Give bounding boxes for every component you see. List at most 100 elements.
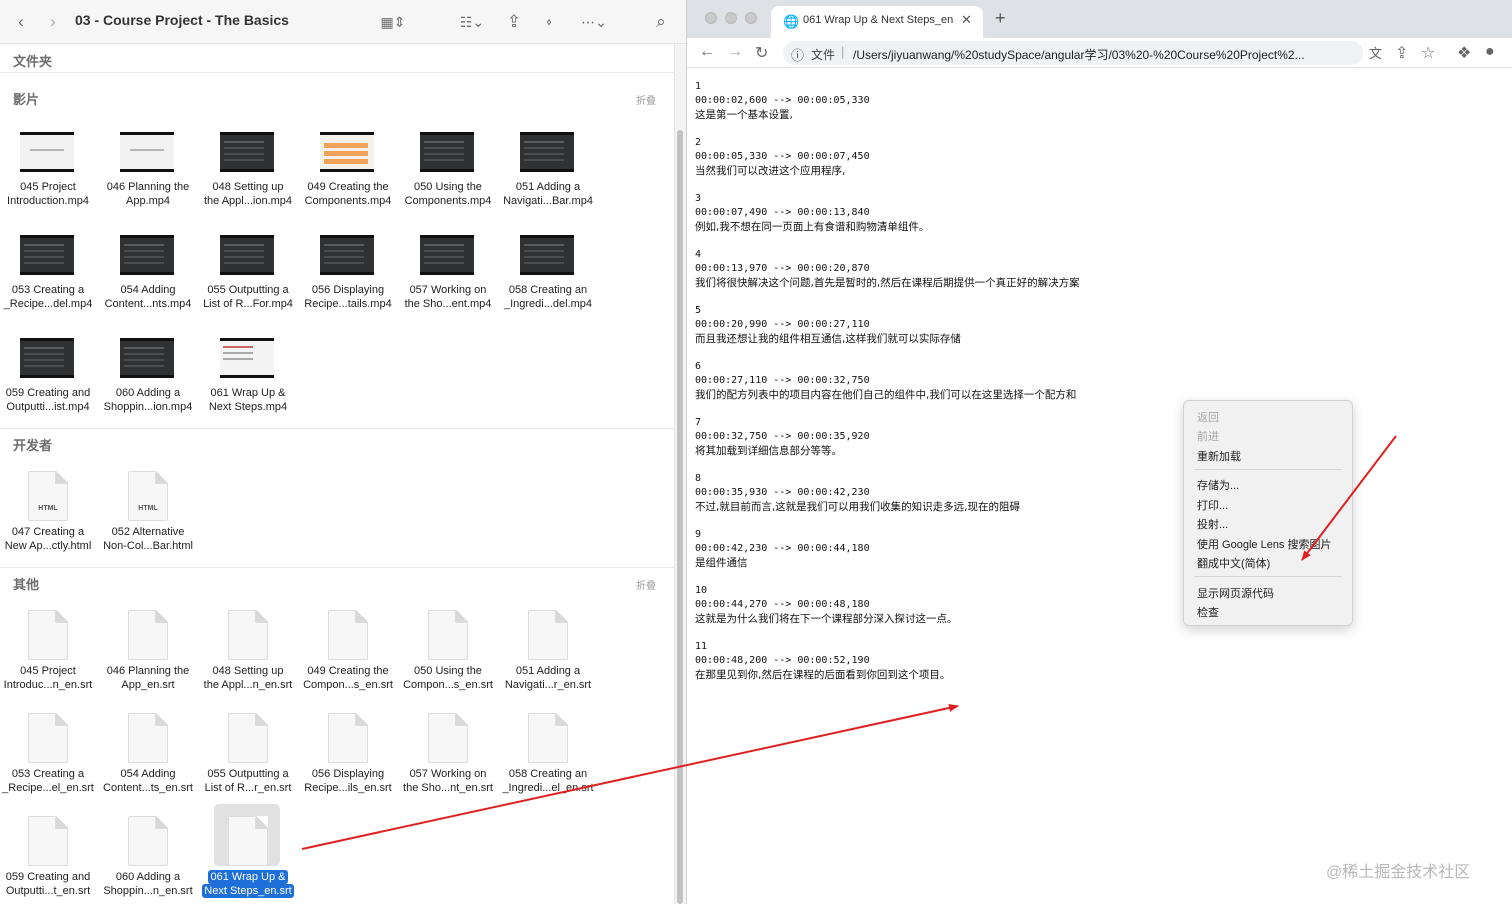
cue-timecode: 00:00:05,330 --> 00:00:07,450 bbox=[695, 151, 870, 162]
srt-file-item[interactable]: 060 Adding a Shoppin...n_en.srt bbox=[98, 808, 198, 904]
file-name: 045 Project Introduction.mp4 bbox=[0, 180, 98, 208]
chevron-left-icon[interactable]: ‹ bbox=[12, 11, 30, 33]
html-file-item[interactable]: HTML 052 Alternative Non-Col...Bar.html bbox=[98, 463, 198, 563]
file-name-line2: Navigati...r_en.srt bbox=[504, 679, 592, 691]
video-file-item[interactable]: 048 Setting up the Appl...ion.mp4 bbox=[198, 118, 298, 218]
menu-item-google-lens[interactable]: 使用 Google Lens 搜索图片 bbox=[1197, 536, 1332, 552]
menu-item-forward[interactable]: 前进 bbox=[1197, 428, 1219, 444]
forward-arrow-icon[interactable]: → bbox=[727, 43, 743, 61]
video-file-item[interactable]: 050 Using the Components.mp4 bbox=[398, 118, 498, 218]
video-file-item[interactable]: 046 Planning the App.mp4 bbox=[98, 118, 198, 218]
subtitle-cue: 11 00:00:48,200 --> 00:00:52,190 在那里见到你,然后… bbox=[695, 640, 1505, 696]
html-file-item[interactable]: HTML 047 Creating a New Ap...ctly.html bbox=[0, 463, 98, 563]
share-icon[interactable]: ⇪ bbox=[1395, 43, 1408, 63]
cue-index: 2 bbox=[695, 137, 702, 148]
srt-file-item[interactable]: 050 Using the Compon...s_en.srt bbox=[398, 602, 498, 702]
video-thumbnail bbox=[520, 132, 574, 172]
group-icon[interactable]: ☷⌄ bbox=[454, 11, 490, 33]
new-tab-icon[interactable]: + bbox=[995, 8, 1006, 29]
zoom-window-button[interactable] bbox=[745, 12, 757, 24]
address-bar[interactable]: ⓘ 文件 | /Users/jiyuanwang/%20studySpace/a… bbox=[783, 41, 1363, 65]
srt-file-item[interactable]: 054 Adding Content...ts_en.srt bbox=[98, 705, 198, 805]
srt-file-item[interactable]: 056 Displaying Recipe...ils_en.srt bbox=[298, 705, 398, 805]
srt-file-item[interactable]: 046 Planning the App_en.srt bbox=[98, 602, 198, 702]
srt-file-item[interactable]: 059 Creating and Outputti...t_en.srt bbox=[0, 808, 98, 904]
file-name-line1: 060 Adding a bbox=[115, 871, 181, 883]
menu-item-inspect[interactable]: 检查 bbox=[1197, 604, 1219, 620]
video-file-item[interactable]: 058 Creating an _Ingredi...del.mp4 bbox=[498, 221, 598, 321]
menu-item-translate[interactable]: 翻成中文(简体) bbox=[1197, 555, 1270, 571]
translate-icon[interactable]: 文 bbox=[1369, 43, 1382, 62]
video-thumbnail bbox=[320, 132, 374, 172]
video-file-item[interactable]: 060 Adding a Shoppin...ion.mp4 bbox=[98, 324, 198, 424]
more-icon[interactable]: ⋯⌄ bbox=[576, 11, 612, 33]
close-tab-icon[interactable]: ✕ bbox=[961, 12, 972, 28]
info-icon[interactable]: ⓘ bbox=[791, 45, 804, 64]
video-file-item[interactable]: 049 Creating the Components.mp4 bbox=[298, 118, 398, 218]
document-icon bbox=[128, 713, 168, 763]
menu-item-print[interactable]: 打印... bbox=[1197, 497, 1228, 513]
file-name-line1: 059 Creating and bbox=[5, 387, 91, 399]
star-icon[interactable]: ☆ bbox=[1421, 43, 1435, 63]
srt-file-item[interactable]: 049 Creating the Compon...s_en.srt bbox=[298, 602, 398, 702]
menu-item-cast[interactable]: 投射... bbox=[1197, 516, 1228, 532]
menu-item-reload[interactable]: 重新加载 bbox=[1197, 448, 1241, 464]
url-text[interactable]: /Users/jiyuanwang/%20studySpace/angular学… bbox=[853, 46, 1358, 63]
file-name: 057 Working on the Sho...ent.mp4 bbox=[398, 283, 498, 311]
cue-index: 6 bbox=[695, 361, 702, 372]
srt-file-item[interactable]: 058 Creating an _Ingredi...el_en.srt bbox=[498, 705, 598, 805]
file-name: 058 Creating an _Ingredi...el_en.srt bbox=[498, 767, 598, 795]
tab-active[interactable]: 🌐 061 Wrap Up & Next Steps_en ✕ bbox=[771, 6, 983, 38]
extensions-icon[interactable]: ❖ bbox=[1457, 43, 1471, 63]
minimize-window-button[interactable] bbox=[725, 12, 737, 24]
video-thumbnail bbox=[320, 235, 374, 275]
menu-item-back[interactable]: 返回 bbox=[1197, 409, 1219, 425]
video-file-item[interactable]: 054 Adding Content...nts.mp4 bbox=[98, 221, 198, 321]
srt-file-item[interactable]: 061 Wrap Up & Next Steps_en.srt bbox=[198, 804, 298, 904]
cue-timecode: 00:00:13,970 --> 00:00:20,870 bbox=[695, 263, 870, 274]
menu-item-view-source[interactable]: 显示网页源代码 bbox=[1197, 585, 1274, 601]
file-name: 054 Adding Content...nts.mp4 bbox=[98, 283, 198, 311]
cue-timecode: 00:00:48,200 --> 00:00:52,190 bbox=[695, 655, 870, 666]
srt-file-item[interactable]: 051 Adding a Navigati...r_en.srt bbox=[498, 602, 598, 702]
tag-icon[interactable]: ⬫ bbox=[538, 11, 560, 33]
video-file-item[interactable]: 053 Creating a _Recipe...del.mp4 bbox=[0, 221, 98, 321]
reload-icon[interactable]: ↻ bbox=[755, 43, 768, 63]
file-name-line2: _Ingredi...el_en.srt bbox=[502, 782, 594, 794]
video-file-item[interactable]: 056 Displaying Recipe...tails.mp4 bbox=[298, 221, 398, 321]
search-icon[interactable]: ⌕ bbox=[650, 11, 672, 33]
video-thumbnail bbox=[120, 132, 174, 172]
close-window-button[interactable] bbox=[705, 12, 717, 24]
video-file-item[interactable]: 045 Project Introduction.mp4 bbox=[0, 118, 98, 218]
srt-file-item[interactable]: 053 Creating a _Recipe...el_en.srt bbox=[0, 705, 98, 805]
file-type-tag: HTML bbox=[38, 505, 58, 512]
file-name: 054 Adding Content...ts_en.srt bbox=[98, 767, 198, 795]
video-file-item[interactable]: 057 Working on the Sho...ent.mp4 bbox=[398, 221, 498, 321]
srt-file-item[interactable]: 055 Outputting a List of R...r_en.srt bbox=[198, 705, 298, 805]
collapse-other-link[interactable]: 折叠 bbox=[636, 577, 656, 592]
video-file-item[interactable]: 055 Outputting a List of R...For.mp4 bbox=[198, 221, 298, 321]
file-name-line1: 050 Using the bbox=[414, 181, 482, 193]
video-file-item[interactable]: 061 Wrap Up & Next Steps.mp4 bbox=[198, 324, 298, 424]
scrollbar-thumb[interactable] bbox=[677, 130, 683, 904]
back-arrow-icon[interactable]: ← bbox=[699, 43, 715, 61]
cue-timecode: 00:00:20,990 --> 00:00:27,110 bbox=[695, 319, 870, 330]
chevron-right-icon[interactable]: › bbox=[44, 11, 62, 33]
file-name: 059 Creating and Outputti...t_en.srt bbox=[0, 870, 98, 898]
srt-file-item[interactable]: 045 Project Introduc...n_en.srt bbox=[0, 602, 98, 702]
cue-timecode: 00:00:32,750 --> 00:00:35,920 bbox=[695, 431, 870, 442]
video-file-item[interactable]: 059 Creating and Outputti...ist.mp4 bbox=[0, 324, 98, 424]
menu-item-save-as[interactable]: 存储为... bbox=[1197, 477, 1239, 493]
srt-file-item[interactable]: 057 Working on the Sho...nt_en.srt bbox=[398, 705, 498, 805]
file-name-line2: the Appl...ion.mp4 bbox=[203, 195, 293, 207]
share-icon[interactable]: ⇪ bbox=[504, 11, 524, 33]
video-file-item[interactable]: 051 Adding a Navigati...Bar.mp4 bbox=[498, 118, 598, 218]
cue-text: 我们将很快解决这个问题,首先是暂时的,然后在课程后期提供一个真正好的解决方案 bbox=[695, 277, 1080, 289]
collapse-movies-link[interactable]: 折叠 bbox=[636, 92, 656, 107]
file-name-line1: 056 Displaying bbox=[311, 284, 385, 296]
profile-avatar-icon[interactable]: ● bbox=[1485, 43, 1495, 61]
grid-view-icon[interactable]: ▦⇕ bbox=[376, 11, 410, 33]
file-name-line1: 061 Wrap Up & bbox=[210, 387, 286, 399]
cue-index: 5 bbox=[695, 305, 702, 316]
srt-file-item[interactable]: 048 Setting up the Appl...n_en.srt bbox=[198, 602, 298, 702]
